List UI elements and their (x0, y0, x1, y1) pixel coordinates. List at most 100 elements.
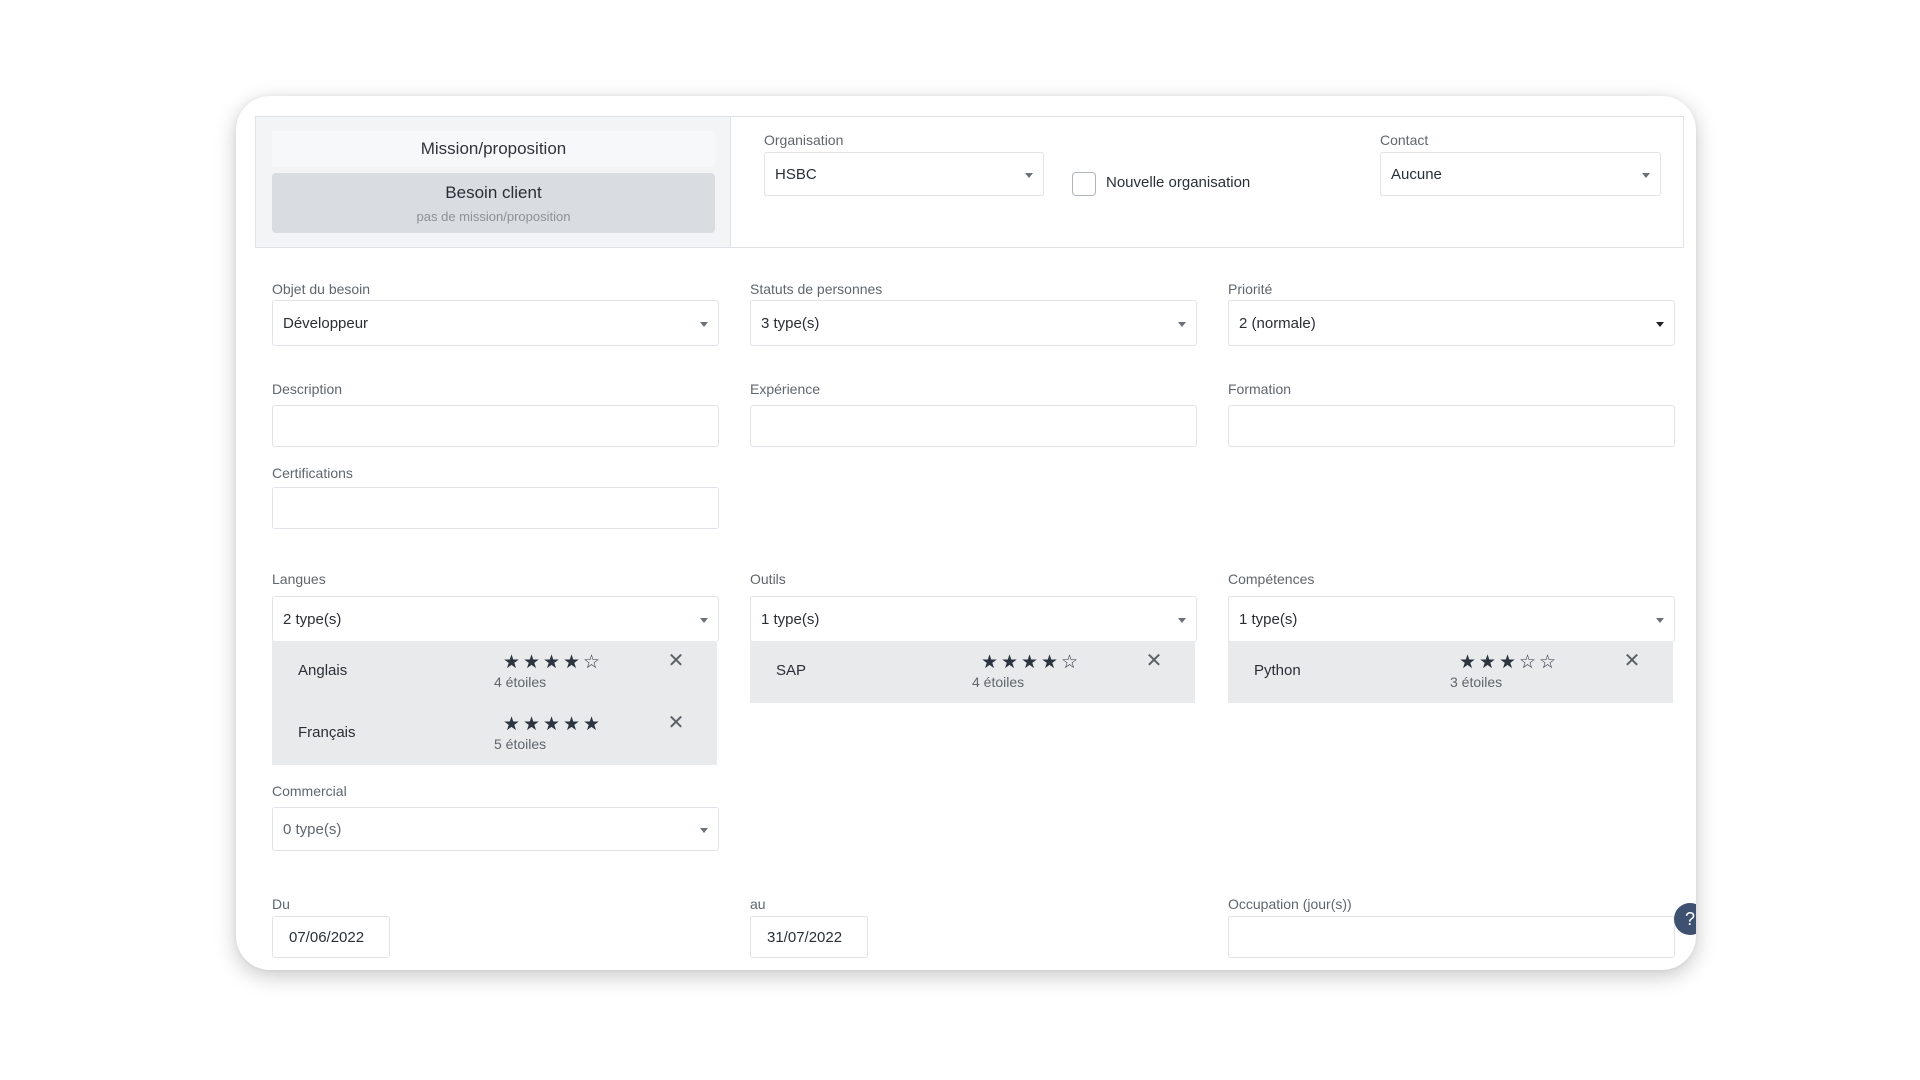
close-icon[interactable]: ✕ (665, 712, 687, 734)
besoin-client-option[interactable]: Besoin client pas de mission/proposition (272, 173, 715, 233)
langue-name: Français (298, 724, 356, 741)
au-label: au (750, 896, 766, 912)
outils-value: 1 type(s) (761, 610, 820, 628)
commercial-label: Commercial (272, 783, 347, 799)
outils-label: Outils (750, 571, 786, 587)
star-filled-icon[interactable]: ★ (502, 713, 522, 736)
objet-besoin-select[interactable]: Développeur (272, 300, 719, 346)
competence-item-python: Python ★ ★ ★ ☆ ☆ 3 étoiles ✕ (1228, 641, 1673, 703)
outil-item-sap: SAP ★ ★ ★ ★ ☆ 4 étoiles ✕ (750, 641, 1195, 703)
help-button-clip: ? (1674, 890, 1696, 950)
star-rating[interactable]: ★ ★ ★ ★ ☆ (980, 651, 1080, 674)
star-filled-icon[interactable]: ★ (1458, 651, 1478, 674)
star-filled-icon[interactable]: ★ (542, 651, 562, 674)
star-empty-icon[interactable]: ☆ (1518, 651, 1538, 674)
chevron-down-icon (700, 828, 708, 833)
star-filled-icon[interactable]: ★ (1478, 651, 1498, 674)
chevron-down-icon (1642, 173, 1650, 178)
besoin-client-sublabel: pas de mission/proposition (416, 208, 571, 224)
contact-select[interactable]: Aucune (1380, 152, 1661, 196)
close-icon[interactable]: ✕ (1143, 650, 1165, 672)
commercial-value: 0 type(s) (283, 820, 342, 838)
competences-select[interactable]: 1 type(s) (1228, 596, 1675, 642)
langue-item-anglais: Anglais ★ ★ ★ ★ ☆ 4 étoiles ✕ (272, 641, 717, 703)
priorite-value: 2 (normale) (1239, 314, 1316, 332)
star-filled-icon[interactable]: ★ (522, 651, 542, 674)
star-filled-icon[interactable]: ★ (502, 651, 522, 674)
commercial-select[interactable]: 0 type(s) (272, 807, 719, 851)
chevron-down-icon (1025, 173, 1033, 178)
au-date-value: 31/07/2022 (767, 928, 843, 946)
organisation-label: Organisation (764, 132, 844, 148)
star-rating[interactable]: ★ ★ ★ ★ ★ (502, 713, 602, 736)
close-icon[interactable]: ✕ (1621, 650, 1643, 672)
chevron-down-icon (1178, 322, 1186, 327)
star-filled-icon[interactable]: ★ (1040, 651, 1060, 674)
competences-value: 1 type(s) (1239, 610, 1298, 628)
statuts-personnes-value: 3 type(s) (761, 314, 820, 332)
mission-proposition-label: Mission/proposition (420, 139, 567, 158)
besoin-client-label: Besoin client (445, 182, 542, 202)
chevron-down-icon (1656, 322, 1664, 327)
chevron-down-icon (1656, 618, 1664, 623)
help-button[interactable]: ? (1674, 903, 1696, 935)
experience-label: Expérience (750, 381, 821, 397)
objet-besoin-value: Développeur (283, 314, 369, 332)
star-empty-icon[interactable]: ☆ (1060, 651, 1080, 674)
priorite-select[interactable]: 2 (normale) (1228, 300, 1675, 346)
star-filled-icon[interactable]: ★ (522, 713, 542, 736)
priorite-label: Priorité (1228, 281, 1273, 297)
certifications-input[interactable] (272, 487, 719, 529)
star-empty-icon[interactable]: ☆ (582, 651, 602, 674)
rating-text: 3 étoiles (1450, 674, 1503, 690)
star-filled-icon[interactable]: ★ (562, 651, 582, 674)
formation-input[interactable] (1228, 405, 1675, 447)
certifications-label: Certifications (272, 465, 353, 481)
organisation-select[interactable]: HSBC (764, 152, 1044, 196)
occupation-label: Occupation (jour(s)) (1228, 896, 1352, 912)
rating-text: 5 étoiles (494, 736, 547, 752)
du-date-input[interactable]: 07/06/2022 (272, 916, 390, 958)
close-icon[interactable]: ✕ (665, 650, 687, 672)
langues-select[interactable]: 2 type(s) (272, 596, 719, 642)
mission-proposition-option[interactable]: Mission/proposition (272, 131, 715, 167)
star-rating[interactable]: ★ ★ ★ ☆ ☆ (1458, 651, 1558, 674)
star-filled-icon[interactable]: ★ (582, 713, 602, 736)
chevron-down-icon (700, 618, 708, 623)
langue-name: Anglais (298, 662, 348, 679)
du-date-value: 07/06/2022 (289, 928, 365, 946)
objet-besoin-label: Objet du besoin (272, 281, 371, 297)
star-filled-icon[interactable]: ★ (1000, 651, 1020, 674)
statuts-personnes-label: Statuts de personnes (750, 281, 883, 297)
star-filled-icon[interactable]: ★ (542, 713, 562, 736)
langue-item-francais: Français ★ ★ ★ ★ ★ 5 étoiles ✕ (272, 703, 717, 765)
rating-text: 4 étoiles (972, 674, 1025, 690)
description-label: Description (272, 381, 343, 397)
star-filled-icon[interactable]: ★ (562, 713, 582, 736)
chevron-down-icon (1178, 618, 1186, 623)
star-filled-icon[interactable]: ★ (1020, 651, 1040, 674)
rating-text: 4 étoiles (494, 674, 547, 690)
experience-input[interactable] (750, 405, 1197, 447)
star-rating[interactable]: ★ ★ ★ ★ ☆ (502, 651, 602, 674)
chevron-down-icon (700, 322, 708, 327)
nouvelle-organisation-label: Nouvelle organisation (1106, 174, 1251, 191)
outils-select[interactable]: 1 type(s) (750, 596, 1197, 642)
organisation-value: HSBC (775, 165, 817, 183)
occupation-input[interactable] (1228, 916, 1675, 958)
au-date-input[interactable]: 31/07/2022 (750, 916, 868, 958)
formation-label: Formation (1228, 381, 1292, 397)
langues-value: 2 type(s) (283, 610, 342, 628)
nouvelle-organisation-checkbox[interactable] (1072, 172, 1096, 196)
contact-label: Contact (1380, 132, 1429, 148)
competences-label: Compétences (1228, 571, 1315, 587)
star-empty-icon[interactable]: ☆ (1538, 651, 1558, 674)
star-filled-icon[interactable]: ★ (980, 651, 1000, 674)
star-filled-icon[interactable]: ★ (1498, 651, 1518, 674)
outil-name: SAP (776, 662, 807, 679)
du-label: Du (272, 896, 290, 912)
competence-name: Python (1254, 662, 1301, 679)
statuts-personnes-select[interactable]: 3 type(s) (750, 300, 1197, 346)
contact-value: Aucune (1391, 165, 1442, 183)
description-input[interactable] (272, 405, 719, 447)
